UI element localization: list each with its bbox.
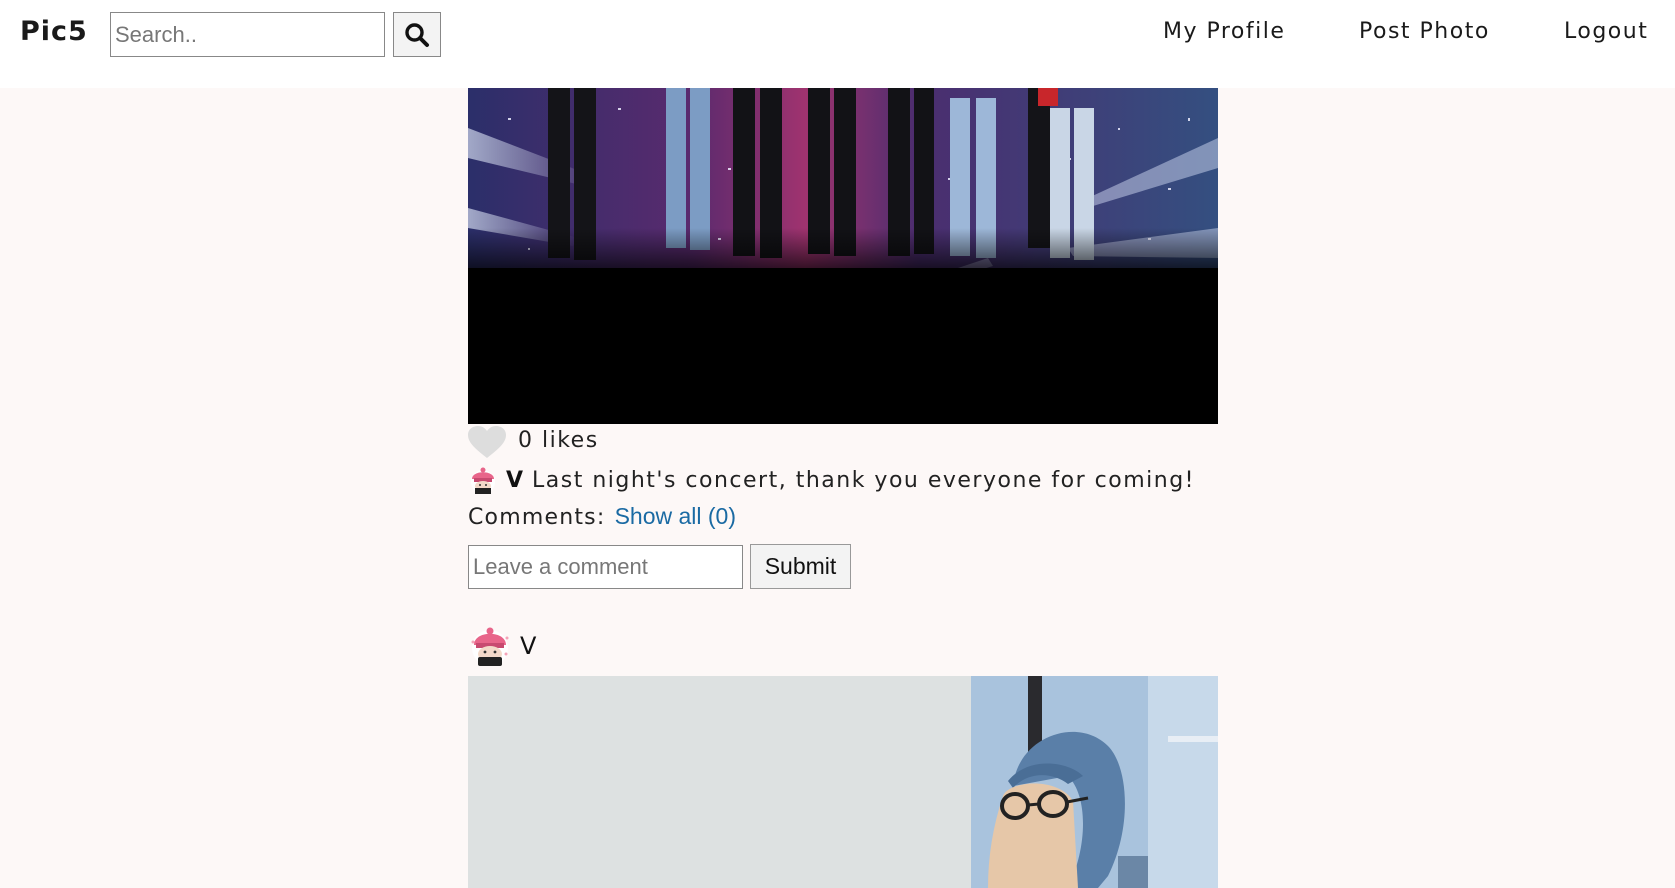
comments-row: Comments: Show all (0) — [468, 503, 736, 530]
submit-comment-button[interactable]: Submit — [750, 544, 851, 589]
brand-logo[interactable]: Pic5 — [20, 16, 88, 47]
post-photo — [468, 88, 1218, 424]
concert-stage-photo — [468, 88, 1218, 424]
nav-post-photo[interactable]: Post Photo — [1359, 19, 1490, 44]
caption-username[interactable]: V — [506, 468, 523, 493]
likes-count: 0 likes — [518, 428, 599, 453]
search-icon — [405, 22, 429, 47]
avatar[interactable] — [468, 465, 498, 497]
comment-input[interactable] — [468, 545, 743, 589]
top-navbar: Pic5 My Profile Post Photo Logout — [0, 0, 1675, 88]
comments-label: Comments: — [468, 505, 606, 530]
post-username[interactable]: V — [520, 632, 536, 660]
nav-my-profile[interactable]: My Profile — [1163, 19, 1285, 44]
search-input[interactable] — [110, 12, 385, 57]
post-photo — [468, 676, 1218, 888]
avatar[interactable] — [468, 624, 512, 670]
heart-icon[interactable] — [468, 426, 506, 460]
caption-text: Last night's concert, thank you everyone… — [532, 468, 1195, 493]
person-in-cap-photo — [468, 676, 1218, 888]
search-button[interactable] — [393, 12, 441, 57]
nav-logout[interactable]: Logout — [1564, 19, 1648, 44]
show-all-comments-link[interactable]: Show all (0) — [615, 503, 736, 529]
